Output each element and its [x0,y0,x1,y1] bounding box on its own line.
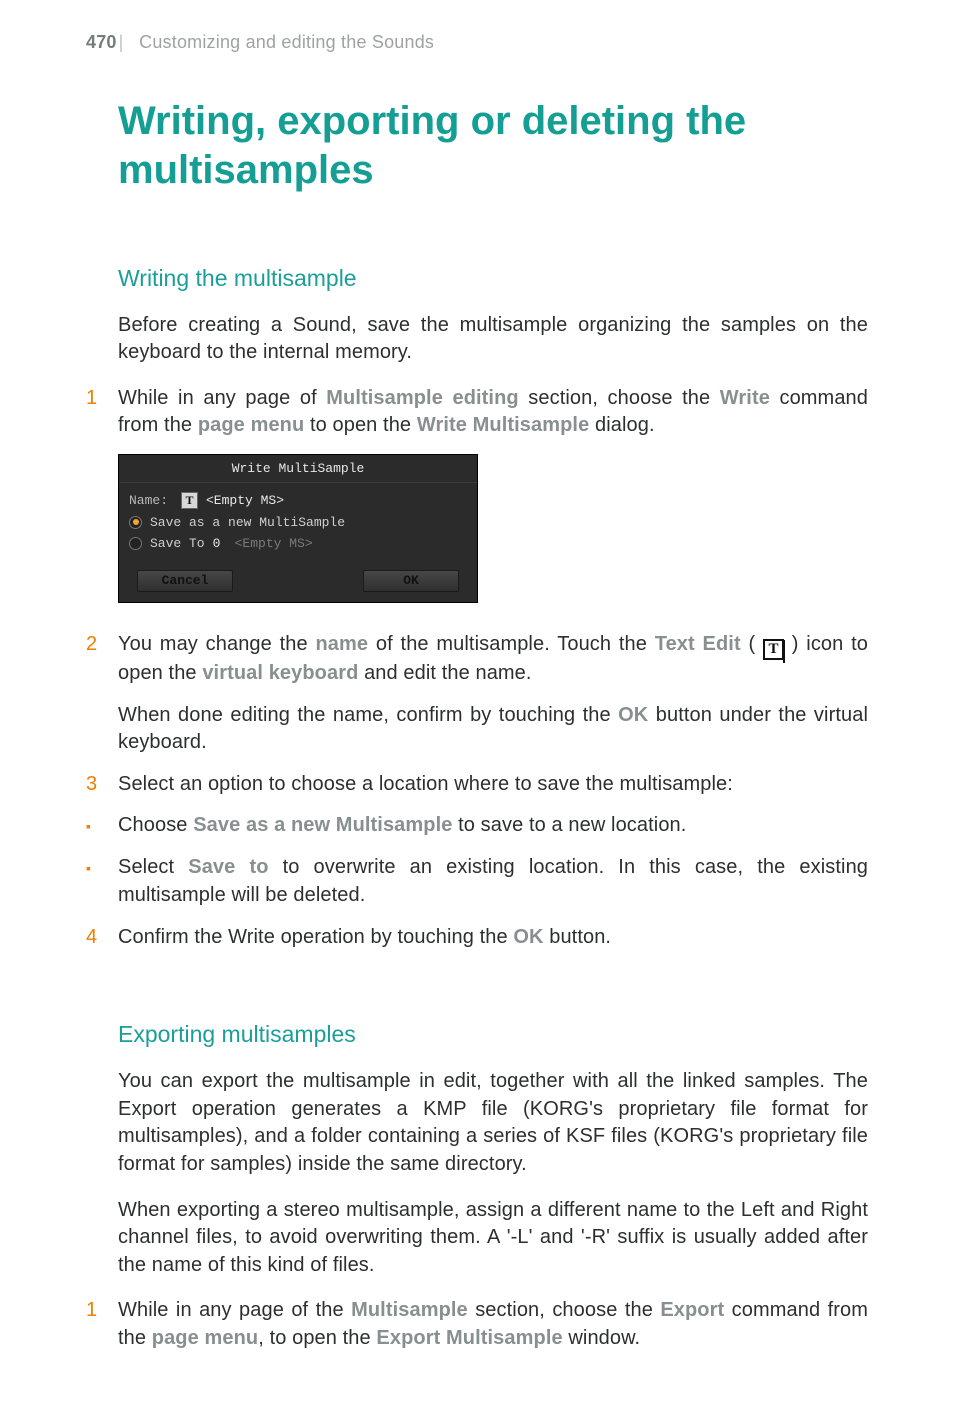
step-4: 4 Confirm the Write operation by touchin… [86,924,868,952]
step-2: 2 You may change the name of the multisa… [86,631,868,757]
step-number: 2 [86,631,118,659]
text-fragment: , to open the [258,1327,376,1349]
emph: page menu [198,414,304,436]
emph: Save as a new Multisample [193,814,452,836]
page-number: 470 [86,32,117,52]
step-number: 3 [86,771,118,799]
dialog-name-row: Name: T <Empty MS> [129,489,467,512]
step-number: 1 [86,385,118,413]
ok-button[interactable]: OK [363,570,459,592]
dialog-title: Write MultiSample [119,455,477,483]
emph: Multisample editing [326,387,518,409]
bullet-item: ▪ Choose Save as a new Multisample to sa… [86,812,868,840]
emph: Text Edit [655,633,741,655]
page: 470| Customizing and editing the Sounds … [0,0,954,1426]
radio-on-icon[interactable] [129,516,142,529]
dialog-option-new-label: Save as a new MultiSample [150,515,345,530]
dialog-saveto-index: 0 [213,536,227,551]
running-header: 470| Customizing and editing the Sounds [86,32,868,53]
text-fragment: and edit the name. [358,662,531,684]
emph: virtual keyboard [202,662,358,684]
intro-paragraph: Before creating a Sound, save the multis… [86,312,868,367]
dialog-name-value[interactable]: <Empty MS> [206,493,284,508]
dialog-saveto-label: Save To [150,536,205,551]
bullet-item: ▪ Select Save to to overwrite an existin… [86,854,868,909]
dialog-option-new[interactable]: Save as a new MultiSample [129,512,467,533]
section-title: Writing, exporting or deleting the multi… [86,97,868,195]
step-text-p1: You may change the name of the multisamp… [118,631,868,688]
text-fragment: section, choose the [519,387,720,409]
text-fragment: window. [563,1327,641,1349]
export-para-2: When exporting a stereo multisample, ass… [86,1197,868,1280]
step-text: While in any page of the Multisample sec… [118,1297,868,1352]
bullet-text: Select Save to to overwrite an existing … [118,854,868,909]
dialog-saveto-value: <Empty MS> [235,536,313,551]
emph: Multisample [351,1299,468,1321]
text-fragment: to save to a new location. [452,814,686,836]
heading-writing: Writing the multisample [86,265,868,292]
emph: OK [618,704,648,726]
step-number: 4 [86,924,118,952]
text-fragment: Confirm the Write operation by touching … [118,926,513,948]
emph: name [315,633,368,655]
step-text: You may change the name of the multisamp… [118,631,868,757]
dialog-body: Name: T <Empty MS> Save as a new MultiSa… [119,483,477,562]
export-step-1: 1 While in any page of the Multisample s… [86,1297,868,1352]
step-number: 1 [86,1297,118,1325]
step-text: Confirm the Write operation by touching … [118,924,868,952]
radio-off-icon[interactable] [129,537,142,550]
emph: Save to [188,856,268,878]
spacer [86,965,868,1021]
emph: Write Multisample [417,414,589,436]
header-separator: | [117,32,124,52]
text-fragment: section, choose the [468,1299,661,1321]
square-bullet-icon: ▪ [86,812,118,840]
emph: Export Multisample [376,1327,562,1349]
text-fragment: Choose [118,814,193,836]
text-fragment: While in any page of [118,387,326,409]
step-text: While in any page of Multisample editing… [118,385,868,440]
export-para-1: You can export the multisample in edit, … [86,1068,868,1178]
text-fragment: Select [118,856,188,878]
emph: OK [513,926,543,948]
text-edit-icon[interactable]: T [181,492,198,509]
step-1: 1 While in any page of Multisample editi… [86,385,868,440]
step-text: Select an option to choose a location wh… [118,771,868,799]
text-edit-icon: T [763,639,784,660]
emph: Write [720,387,770,409]
emph: Export [660,1299,724,1321]
text-fragment: button. [544,926,612,948]
step-3: 3 Select an option to choose a location … [86,771,868,799]
dialog-buttons: Cancel OK [119,562,477,602]
emph: page menu [152,1327,258,1349]
chapter-title: Customizing and editing the Sounds [139,32,434,52]
bullet-text: Choose Save as a new Multisample to save… [118,812,868,840]
square-bullet-icon: ▪ [86,854,118,882]
text-fragment: While in any page of the [118,1299,351,1321]
text-fragment: ( [741,633,763,655]
cancel-button[interactable]: Cancel [137,570,233,592]
heading-exporting: Exporting multisamples [86,1021,868,1048]
dialog-option-saveto[interactable]: Save To 0 <Empty MS> [129,533,467,554]
text-fragment: You may change the [118,633,315,655]
step-text-p2: When done editing the name, confirm by t… [118,702,868,757]
dialog-name-label: Name: [129,493,173,508]
text-fragment: When done editing the name, confirm by t… [118,704,618,726]
write-multisample-dialog[interactable]: Write MultiSample Name: T <Empty MS> Sav… [118,454,478,603]
text-fragment: of the multisample. Touch the [368,633,655,655]
text-fragment: to open the [304,414,417,436]
text-fragment: dialog. [589,414,654,436]
